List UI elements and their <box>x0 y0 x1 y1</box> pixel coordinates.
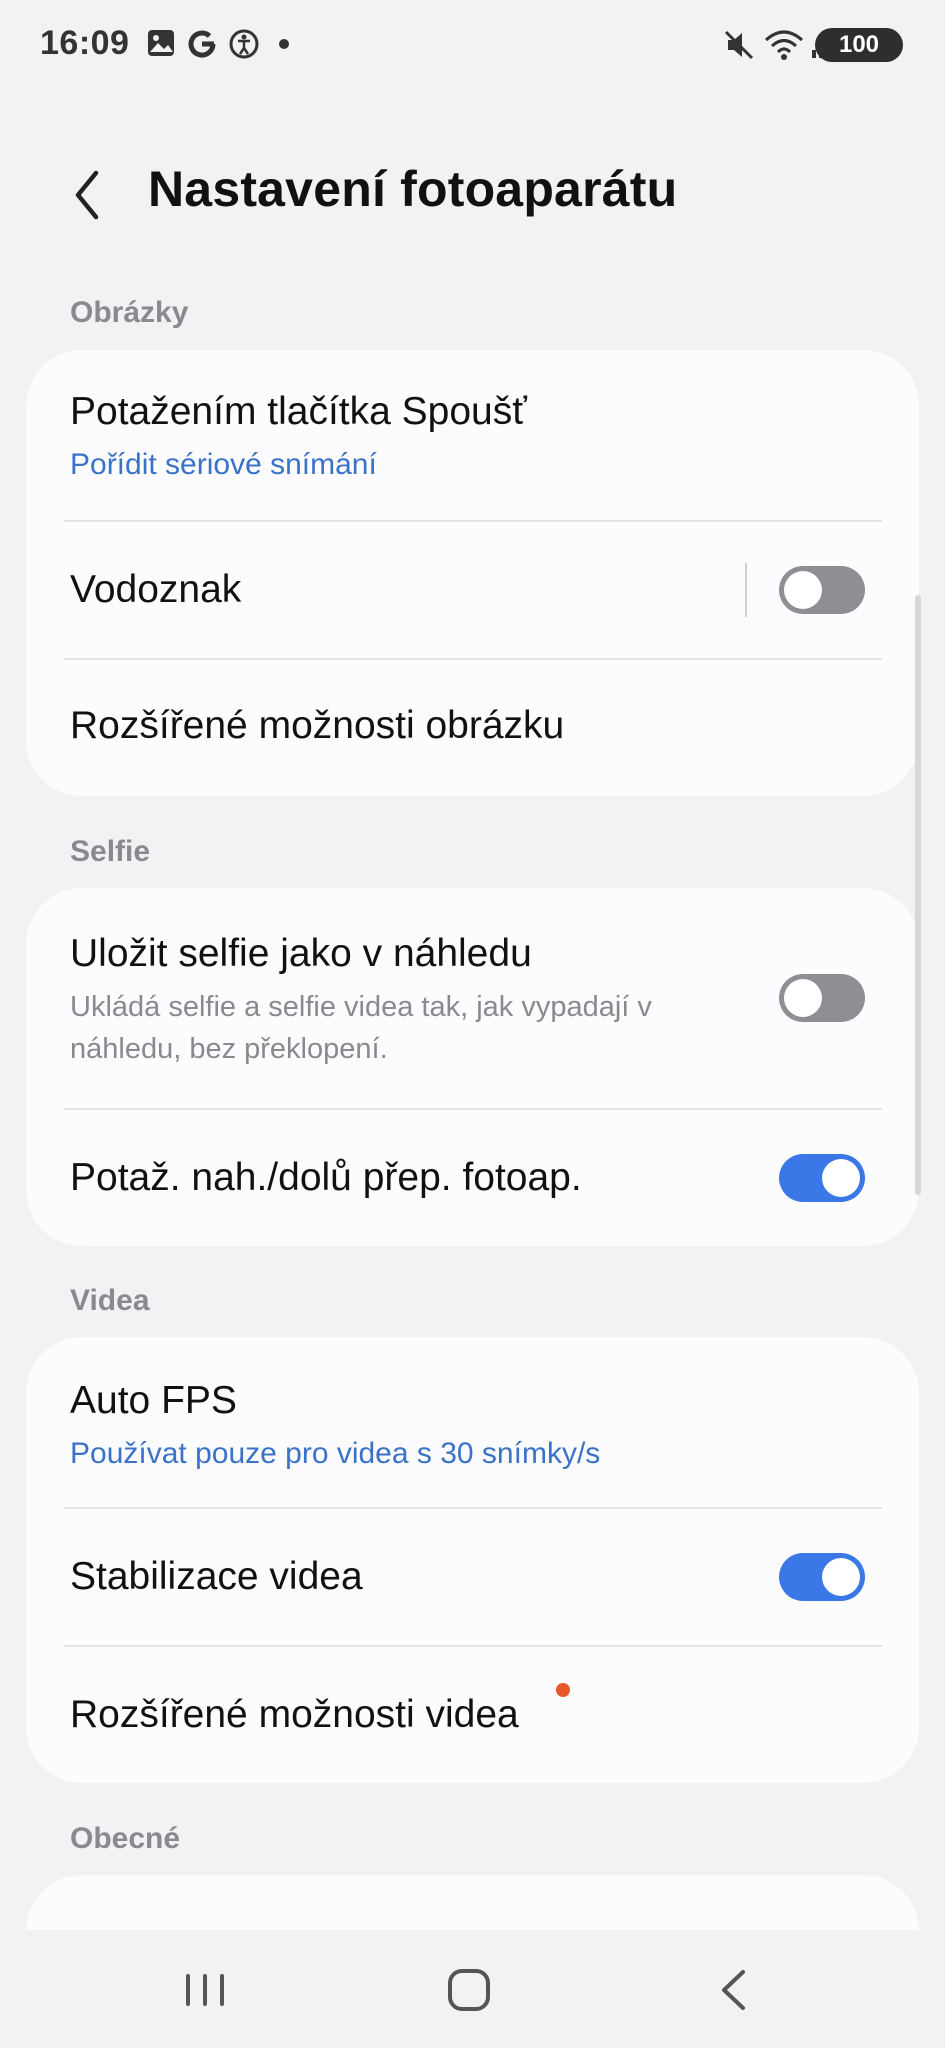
video-stabilization-toggle[interactable] <box>779 1553 865 1601</box>
row-advanced-video-options[interactable]: Rozšířené možnosti videa <box>26 1647 919 1783</box>
wifi-icon <box>765 30 803 60</box>
row-title: Stabilizace videa <box>70 1555 363 1598</box>
section-label-images: Obrázky <box>70 296 189 329</box>
navigation-bar <box>0 1930 945 2048</box>
row-title: Potaž. nah./dolů přep. fotoap. <box>70 1156 582 1199</box>
gallery-icon <box>148 30 174 56</box>
row-title: Auto FPS <box>70 1379 237 1422</box>
row-auto-fps[interactable]: Auto FPS Používat pouze pro videa s 30 s… <box>26 1337 919 1509</box>
section-label-videos: Videa <box>70 1284 150 1317</box>
row-advanced-image-options[interactable]: Rozšířené možnosti obrázku <box>26 660 919 796</box>
google-icon <box>188 30 216 58</box>
row-subtitle: Pořídit sériové snímání <box>70 448 377 481</box>
card-images: Potažením tlačítka Spoušť Pořídit sériov… <box>26 350 919 796</box>
section-label-general: Obecné <box>70 1822 181 1855</box>
watermark-toggle[interactable] <box>779 566 865 614</box>
recents-icon[interactable] <box>160 1960 250 2020</box>
status-bar: 16:09 100 <box>0 0 945 90</box>
accessibility-icon <box>229 29 259 59</box>
battery-indicator: 100 <box>815 28 903 62</box>
row-title: Vodoznak <box>70 568 242 611</box>
page-title: Nastavení fotoaparátu <box>148 161 678 217</box>
row-swipe-switch-camera[interactable]: Potaž. nah./dolů přep. fotoap. <box>26 1110 919 1246</box>
home-icon[interactable] <box>424 1960 514 2020</box>
row-save-selfie-as-preview[interactable]: Uložit selfie jako v náhledu Ukládá self… <box>26 888 919 1106</box>
back-arrow-icon[interactable] <box>64 165 114 225</box>
vertical-separator <box>745 563 747 617</box>
status-time: 16:09 <box>40 24 130 62</box>
new-badge-dot <box>556 1683 570 1697</box>
row-video-stabilization[interactable]: Stabilizace videa <box>26 1509 919 1645</box>
section-label-selfie: Selfie <box>70 835 151 868</box>
card-videos: Auto FPS Používat pouze pro videa s 30 s… <box>26 1337 919 1783</box>
save-selfie-toggle[interactable] <box>779 974 865 1022</box>
mute-icon <box>724 30 754 60</box>
row-description: Ukládá selfie a selfie videa tak, jak vy… <box>70 991 652 1065</box>
notification-dot-icon <box>279 39 289 49</box>
row-title: Rozšířené možnosti obrázku <box>70 704 565 747</box>
row-watermark[interactable]: Vodoznak <box>26 522 919 658</box>
scrollbar[interactable] <box>915 595 921 1195</box>
row-title: Rozšířené možnosti videa <box>70 1693 519 1736</box>
swipe-switch-camera-toggle[interactable] <box>779 1154 865 1202</box>
row-shutter-swipe[interactable]: Potažením tlačítka Spoušť Pořídit sériov… <box>26 350 919 522</box>
row-title: Uložit selfie jako v náhledu <box>70 932 532 975</box>
card-selfie: Uložit selfie jako v náhledu Ukládá self… <box>26 888 919 1246</box>
row-subtitle: Používat pouze pro videa s 30 snímky/s <box>70 1437 601 1470</box>
back-icon[interactable] <box>688 1960 778 2020</box>
row-title: Potažením tlačítka Spoušť <box>70 390 527 433</box>
